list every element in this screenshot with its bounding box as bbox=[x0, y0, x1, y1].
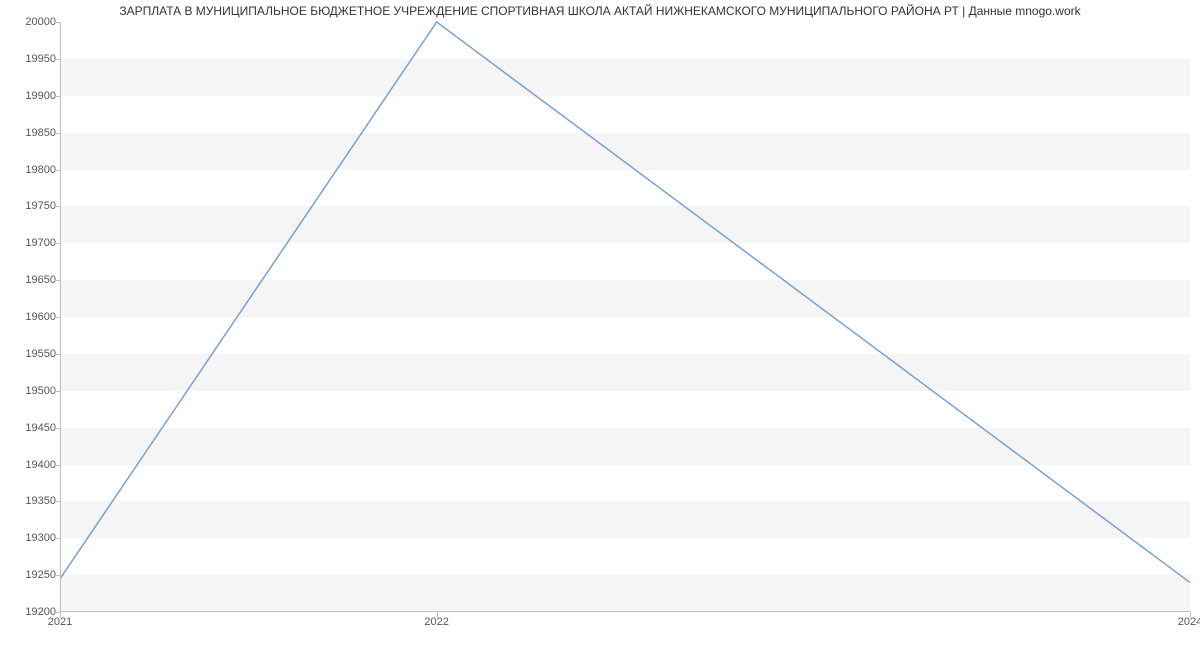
x-tick-mark bbox=[1190, 612, 1191, 618]
y-tick-label: 19800 bbox=[25, 164, 56, 176]
y-tick-mark bbox=[54, 538, 60, 539]
y-tick-label: 20000 bbox=[25, 16, 56, 28]
y-tick-mark bbox=[54, 170, 60, 171]
chart-title: ЗАРПЛАТА В МУНИЦИПАЛЬНОЕ БЮДЖЕТНОЕ УЧРЕЖ… bbox=[0, 4, 1200, 18]
y-tick-mark bbox=[54, 428, 60, 429]
series-line bbox=[60, 22, 1190, 583]
y-axis-line bbox=[60, 22, 61, 612]
y-tick-label: 19950 bbox=[25, 53, 56, 65]
y-tick-mark bbox=[54, 206, 60, 207]
y-tick-label: 19250 bbox=[25, 569, 56, 581]
line-layer bbox=[60, 22, 1190, 612]
y-tick-mark bbox=[54, 22, 60, 23]
plot-area bbox=[60, 22, 1190, 612]
y-tick-label: 19500 bbox=[25, 385, 56, 397]
y-tick-mark bbox=[54, 501, 60, 502]
y-tick-mark bbox=[54, 391, 60, 392]
x-tick-label: 2024 bbox=[1178, 616, 1200, 628]
y-tick-label: 19350 bbox=[25, 495, 56, 507]
y-tick-mark bbox=[54, 96, 60, 97]
y-tick-mark bbox=[54, 354, 60, 355]
y-tick-mark bbox=[54, 133, 60, 134]
chart-container: ЗАРПЛАТА В МУНИЦИПАЛЬНОЕ БЮДЖЕТНОЕ УЧРЕЖ… bbox=[0, 0, 1200, 650]
y-tick-label: 19600 bbox=[25, 311, 56, 323]
y-tick-label: 19300 bbox=[25, 532, 56, 544]
y-tick-label: 19650 bbox=[25, 274, 56, 286]
y-tick-label: 19900 bbox=[25, 90, 56, 102]
y-tick-mark bbox=[54, 280, 60, 281]
y-tick-mark bbox=[54, 59, 60, 60]
y-tick-mark bbox=[54, 243, 60, 244]
y-tick-label: 19700 bbox=[25, 237, 56, 249]
y-tick-mark bbox=[54, 317, 60, 318]
y-tick-label: 19850 bbox=[25, 127, 56, 139]
y-tick-label: 19750 bbox=[25, 200, 56, 212]
y-tick-label: 19450 bbox=[25, 422, 56, 434]
x-axis-line bbox=[60, 611, 1190, 612]
x-tick-mark bbox=[437, 612, 438, 618]
y-tick-mark bbox=[54, 575, 60, 576]
y-tick-label: 19400 bbox=[25, 459, 56, 471]
x-tick-mark bbox=[60, 612, 61, 618]
y-tick-label: 19550 bbox=[25, 348, 56, 360]
y-tick-mark bbox=[54, 465, 60, 466]
